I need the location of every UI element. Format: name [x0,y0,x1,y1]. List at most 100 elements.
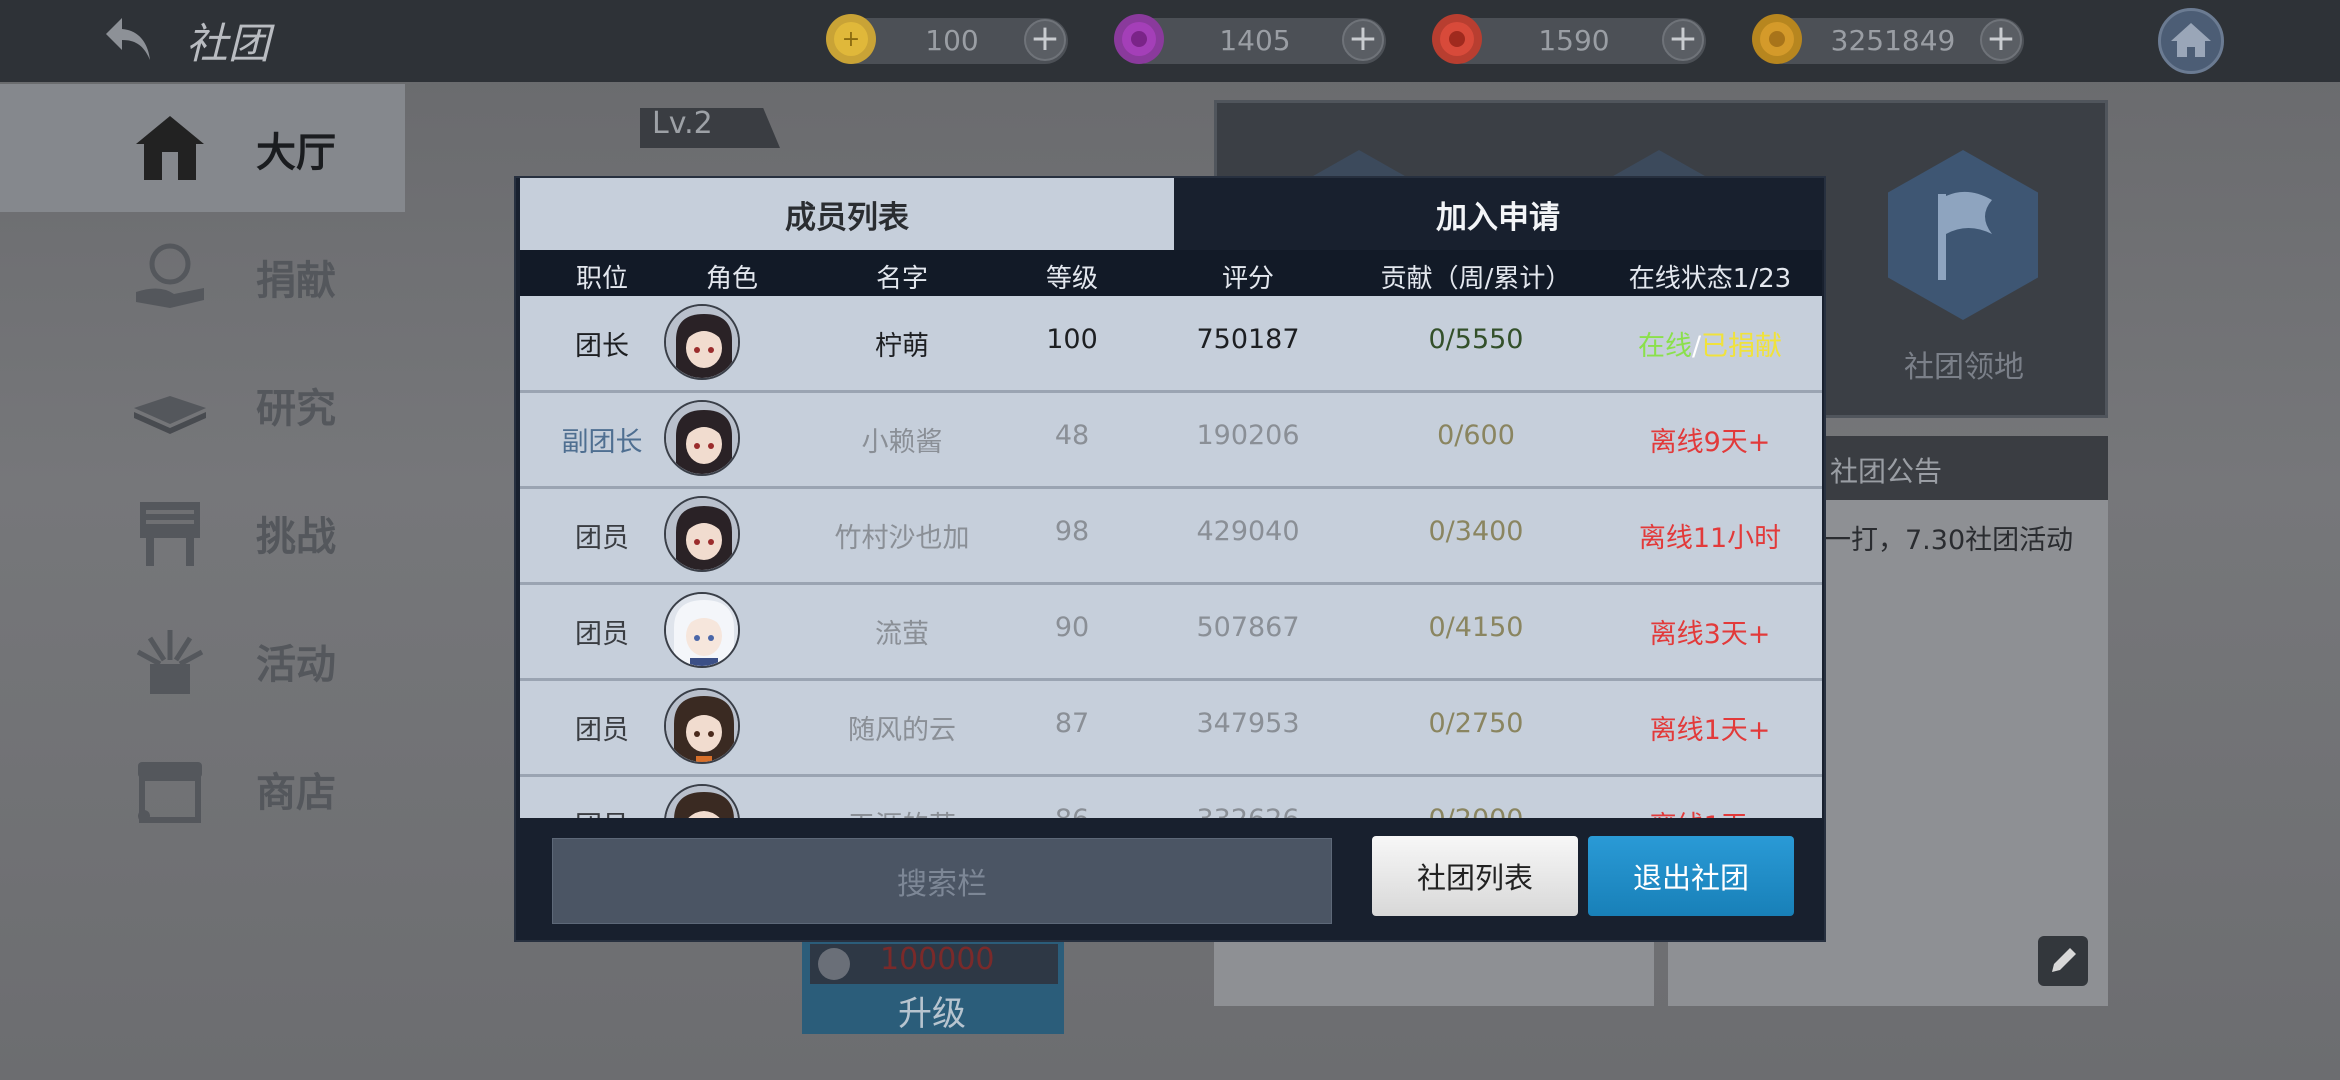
member-contribution: 0/4150 [1428,612,1524,643]
currency-purple: 1405 + [1114,14,1386,64]
sidebar-item-hall[interactable]: 大厅 [0,84,405,212]
table-row[interactable]: 副团长 小赖酱 48 190206 0/600 离线9天+ [520,392,1822,489]
member-role: 团员 [575,715,629,746]
column-header-online-status: 在线状态1/23 [1628,264,1792,294]
dark-hair-girl-avatar [664,496,740,572]
pencil-icon [2052,948,2076,972]
hall-icon [130,112,210,184]
member-score: 429040 [1196,516,1300,547]
member-name: 随风的云 [848,715,956,746]
home-icon [2171,23,2211,57]
currency-red: 1590 + [1432,14,1706,64]
currency-gold: + 100 + [826,14,1068,64]
member-score: 750187 [1196,324,1300,355]
member-online-status: 离线9天+ [1649,427,1771,458]
sidebar-item-donate[interactable]: 捐献 [0,212,405,340]
table-row[interactable]: 团员 竹村沙也加 98 429040 0/3400 离线11小时 [520,488,1822,585]
member-level: 100 [1046,324,1098,355]
member-score: 332626 [1196,804,1299,818]
member-list-dialog: 成员列表 加入申请 职位 角色 名字 等级 评分 贡献（周/累计） 在线状态1/… [514,176,1826,942]
upgrade-cost: 100000 [880,942,995,977]
member-role: 团长 [575,331,629,362]
edit-notice-button[interactable] [2038,936,2088,986]
member-level: 90 [1054,612,1090,643]
member-online-status: 离线3天+ [1649,619,1771,650]
territory-label: 社团领地 [1904,350,2024,385]
column-header-contribution: 贡献（周/累计） [1380,264,1572,294]
add-currency-button[interactable]: + [1980,19,2022,61]
member-contribution: 0/5550 [1428,324,1524,355]
sidebar-item-label: 研究 [256,386,336,432]
member-table-body[interactable]: 团长 柠萌 100 750187 0/5550 在线/已捐献 副团长 小赖酱 4… [520,296,1822,818]
tab-join-requests[interactable]: 加入申请 [1174,178,1822,250]
sidebar-item-label: 活动 [256,642,336,688]
sidebar-item-label: 挑战 [256,514,336,560]
activity-icon [130,624,210,696]
sidebar-item-research[interactable]: 研究 [0,340,405,468]
club-list-button[interactable]: 社团列表 [1372,836,1578,916]
member-name: 天涯的草 [848,804,956,818]
search-input[interactable]: 搜索栏 [552,838,1332,924]
status-separator: / [1691,331,1702,362]
member-level: 48 [1054,420,1090,451]
sidebar-item-shop[interactable]: 商店 [0,724,405,852]
table-header: 职位 角色 名字 等级 评分 贡献（周/累计） 在线状态1/23 [520,250,1822,296]
member-contribution: 0/2000 [1429,804,1524,818]
challenge-board-icon [130,496,210,568]
dark-hair-girl-avatar [664,304,740,380]
member-role: 团员 [575,804,629,818]
tab-member-list[interactable]: 成员列表 [520,178,1174,250]
add-currency-button[interactable]: + [1024,19,1066,61]
quit-club-button[interactable]: 退出社团 [1588,836,1794,916]
sidebar-item-activity[interactable]: 活动 [0,596,405,724]
member-name: 流萤 [875,619,929,650]
status-donated: 已捐献 [1701,331,1783,362]
member-contribution: 0/600 [1437,420,1515,451]
member-score: 507867 [1196,612,1300,643]
add-currency-button[interactable]: + [1662,19,1704,61]
brown-hair-girl-avatar [664,784,740,818]
member-name: 柠萌 [875,331,929,362]
table-row[interactable]: 团员 随风的云 87 347953 0/2750 离线1天+ [520,680,1822,777]
member-level: 98 [1054,516,1090,547]
sidebar: 大厅 捐献 研究 挑战 活动 商店 [0,82,405,1080]
table-row[interactable]: 团员 天涯的草 86 332626 0/2000 离线1天+ [520,776,1822,818]
top-bar: 社团 + 100 + 1405 + 1590 + 3251849 + [0,0,2340,82]
member-contribution: 0/2750 [1428,708,1524,739]
member-name: 竹村沙也加 [834,523,970,554]
member-role: 团员 [575,523,629,554]
column-header-role: 职位 [575,264,629,294]
member-contribution: 0/3400 [1428,516,1524,547]
upgrade-label: 升级 [898,994,966,1034]
member-online-status: 在线/已捐献 [1638,324,1782,363]
club-level: Lv.2 [652,106,713,141]
dark-hair-girl-avatar [664,400,740,476]
member-online-status: 离线1天+ [1650,804,1771,818]
member-name: 小赖酱 [861,427,943,458]
member-online-status: 离线1天+ [1649,715,1771,746]
brown-hair-girl-avatar [664,688,740,764]
sidebar-item-label: 商店 [256,770,336,816]
member-level: 87 [1054,708,1090,739]
status-online: 在线 [1637,331,1692,362]
currency-medal: 3251849 + [1752,14,2024,64]
home-button[interactable] [2158,8,2224,74]
back-arrow-icon[interactable] [100,12,160,68]
page-title: 社团 [186,19,271,68]
notice-title: 社团公告 [1830,455,1943,488]
column-header-score: 评分 [1221,264,1275,294]
member-online-status: 离线11小时 [1638,523,1782,554]
shop-icon [130,752,210,824]
table-row[interactable]: 团员 流萤 90 507867 0/4150 离线3天+ [520,584,1822,681]
white-hair-girl-avatar [664,592,740,668]
member-level: 86 [1055,804,1089,818]
table-row[interactable]: 团长 柠萌 100 750187 0/5550 在线/已捐献 [520,296,1822,393]
donate-icon [130,240,210,312]
column-header-level: 等级 [1045,264,1099,294]
sidebar-item-label: 大厅 [256,130,336,176]
member-score: 347953 [1196,708,1300,739]
member-role: 副团长 [561,427,643,458]
add-currency-button[interactable]: + [1342,19,1384,61]
sidebar-item-challenge[interactable]: 挑战 [0,468,405,596]
sidebar-item-label: 捐献 [256,258,336,304]
